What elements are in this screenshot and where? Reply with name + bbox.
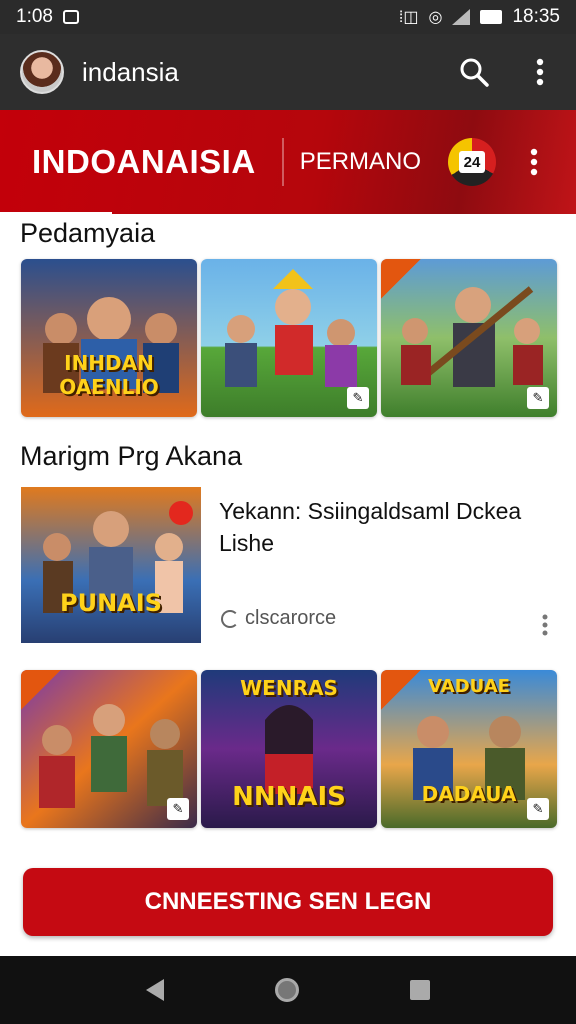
edit-icon[interactable]: ✎ (167, 798, 189, 820)
badge-logo-icon[interactable]: 24 (448, 138, 496, 186)
featured-more-icon[interactable] (539, 609, 551, 641)
banner-more-icon[interactable] (524, 146, 544, 178)
badge-number: 24 (459, 151, 485, 173)
back-icon[interactable] (145, 979, 164, 1001)
featured-game-meta: clscarorce (221, 607, 336, 630)
tab-indicator (0, 212, 112, 215)
tile-ribbon (381, 670, 421, 710)
signal-icon (452, 9, 471, 25)
status-bar: 1:08 ⁞◫ ◎ 18:35 (0, 0, 576, 34)
primary-cta-button[interactable]: CNNEESTING SEN LEGN (23, 868, 553, 936)
status-time-left: 1:08 (16, 6, 53, 27)
wifi-icon: ◎ (428, 9, 443, 26)
battery-icon (480, 10, 503, 24)
game-tile[interactable]: ✎ (21, 670, 197, 828)
game-tile[interactable]: ✎ (201, 259, 377, 417)
banner-title: INDOANAISIA (32, 143, 256, 180)
featured-game-title[interactable]: Yekann: Ssiingaldsaml Dckea Lishe (219, 495, 559, 559)
tile-top-caption: WENRAS (240, 676, 338, 700)
game-tile[interactable]: WENRAS NNNAIS (201, 670, 377, 828)
avatar[interactable] (20, 50, 64, 94)
game-tile[interactable]: VADUAE DADAUA ✎ (381, 670, 557, 828)
featured-meta-text: clscarorce (245, 607, 337, 629)
status-time-right: 18:35 (512, 6, 560, 27)
home-icon[interactable] (274, 978, 299, 1002)
tile-caption: INHDAN OAENLIO (59, 351, 159, 399)
section-title-second: Marigm Prg Akana (20, 441, 243, 471)
more-vert-icon[interactable] (524, 56, 556, 88)
banner-divider (281, 138, 284, 186)
banner-subtitle[interactable]: PERMANO (300, 148, 448, 176)
game-tile[interactable]: ✎ (381, 259, 557, 417)
featured-game-image[interactable]: PUNAIS (21, 487, 201, 643)
edit-icon[interactable]: ✎ (347, 387, 369, 409)
tile-ribbon (21, 670, 61, 710)
app-title: indansia (82, 56, 179, 87)
tile-ribbon (381, 259, 421, 299)
edit-icon[interactable]: ✎ (527, 798, 549, 820)
edit-icon[interactable]: ✎ (527, 387, 549, 409)
search-icon[interactable] (458, 56, 490, 88)
system-nav-bar (0, 956, 576, 1024)
recents-icon[interactable] (410, 980, 431, 1000)
section-title-first: Pedamyaia (20, 218, 156, 248)
header-banner: INDOANAISIA PERMANO 24 (0, 110, 576, 214)
game-row-1: INHDAN OAENLIO ✎ ✎ (21, 259, 557, 417)
vibrate-icon: ⁞◫ (398, 9, 419, 26)
featured-game-card[interactable]: PUNAIS Yekann: Ssiingaldsaml Dckea Lishe… (21, 487, 557, 643)
tile-caption: NNNAIS (232, 782, 346, 812)
notification-icon (62, 10, 79, 24)
game-tile[interactable]: INHDAN OAENLIO (21, 259, 197, 417)
app-bar: indansia (0, 34, 576, 110)
featured-image-caption: PUNAIS (60, 589, 162, 617)
game-row-2: ✎ WENRAS NNNAIS VADUAE DADAUA ✎ (21, 670, 557, 828)
refresh-icon (221, 609, 239, 628)
